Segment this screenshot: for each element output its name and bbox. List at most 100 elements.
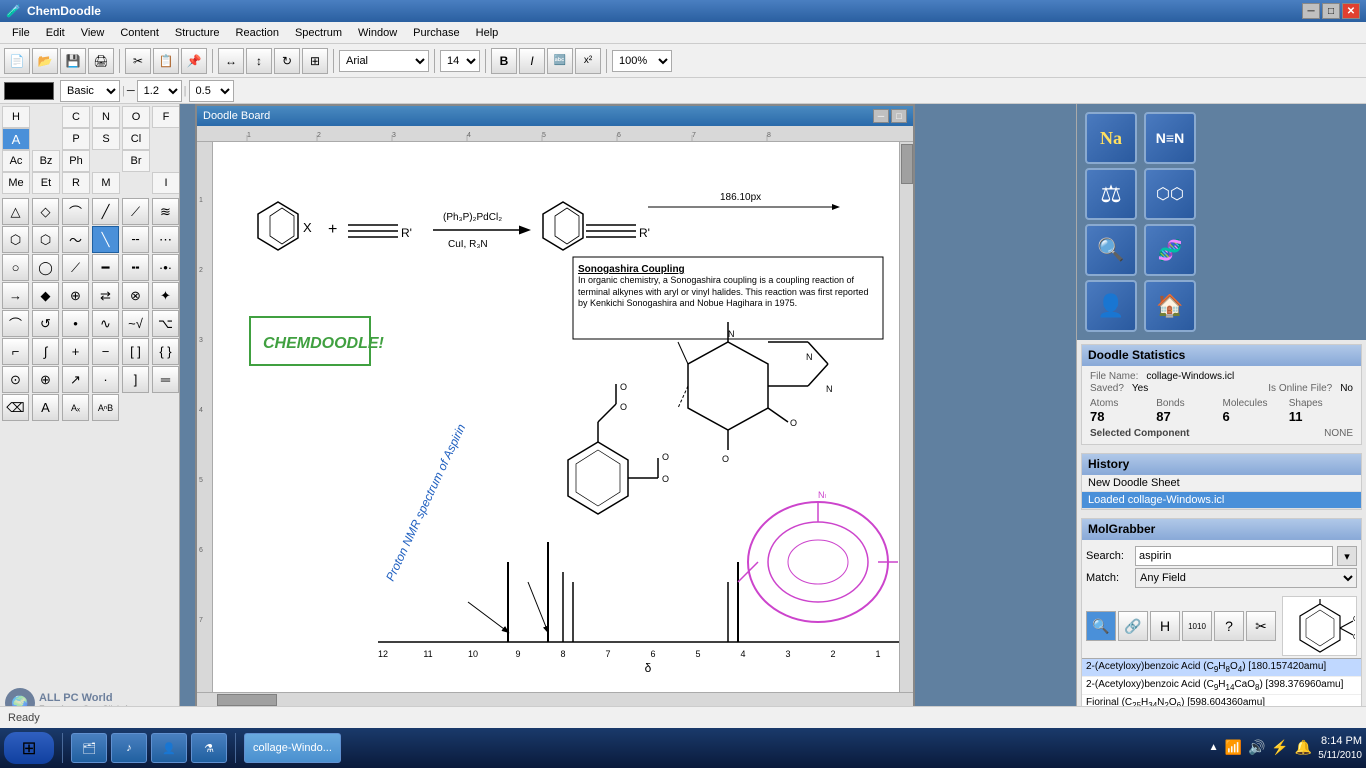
zoom-select[interactable]: 100% bbox=[612, 50, 672, 72]
mol-result-0[interactable]: 2-(Acetyloxy)benzoic Acid (C9H8O4) [180.… bbox=[1082, 659, 1361, 677]
stroke-size-select[interactable]: 1.2 bbox=[137, 80, 182, 102]
tool-line1[interactable]: ╱ bbox=[92, 198, 119, 225]
start-button[interactable]: ⊞ bbox=[4, 732, 54, 764]
tool-curve1[interactable]: ⌒ bbox=[62, 198, 89, 225]
quick-nen-icon[interactable]: N≡N bbox=[1144, 112, 1196, 164]
superscript-button[interactable]: x² bbox=[575, 48, 601, 74]
tool-dot2[interactable]: ·•· bbox=[152, 254, 179, 281]
tool-dots2[interactable]: · bbox=[92, 366, 119, 393]
menu-help[interactable]: Help bbox=[468, 22, 507, 43]
tool-curve2[interactable]: ⌒ bbox=[2, 310, 29, 337]
stroke-type-select[interactable]: Basic bbox=[60, 80, 120, 102]
tool-arrow2[interactable]: ↗ bbox=[62, 366, 89, 393]
tool-eraser[interactable]: ⌫ bbox=[2, 394, 29, 421]
taskbar-explorer[interactable]: 🗂 bbox=[71, 733, 107, 763]
tool-bracket2[interactable]: [ ] bbox=[122, 338, 149, 365]
tool-diamond[interactable]: ◇ bbox=[32, 198, 59, 225]
board-maximize[interactable]: □ bbox=[891, 109, 907, 123]
tool-text[interactable]: A bbox=[32, 394, 59, 421]
underline-button[interactable]: 🔤 bbox=[547, 48, 573, 74]
tool-hex[interactable]: ⬡ bbox=[2, 226, 29, 253]
cut-button[interactable]: ✂ bbox=[125, 48, 151, 74]
element-Br[interactable]: Br bbox=[122, 150, 150, 172]
element-Ph[interactable]: Ph bbox=[62, 150, 90, 172]
element-H[interactable]: H bbox=[2, 106, 30, 128]
tool-line3[interactable]: ≋ bbox=[152, 198, 179, 225]
drawing-canvas[interactable]: X + R' bbox=[213, 142, 913, 692]
tool-wavy[interactable]: ∿ bbox=[92, 310, 119, 337]
quick-home-icon[interactable]: 🏠 bbox=[1144, 280, 1196, 332]
tool-branch[interactable]: ⌥ bbox=[152, 310, 179, 337]
tool-ring3[interactable]: ⊙ bbox=[2, 366, 29, 393]
element-Et[interactable]: Et bbox=[32, 172, 60, 194]
quick-structure-icon[interactable]: 🧬 bbox=[1144, 224, 1196, 276]
tool-hex2[interactable]: ⬡ bbox=[32, 226, 59, 253]
menu-file[interactable]: File bbox=[4, 22, 38, 43]
print-button[interactable]: 🖨 bbox=[88, 48, 114, 74]
tool-bold-line[interactable]: ━ bbox=[92, 254, 119, 281]
tool-curve3[interactable]: ∫ bbox=[32, 338, 59, 365]
tool-wave[interactable]: 〜 bbox=[62, 226, 89, 253]
element-O[interactable]: O bbox=[122, 106, 150, 128]
tool-plus[interactable]: + bbox=[62, 338, 89, 365]
tool-dash2[interactable]: ╍ bbox=[122, 254, 149, 281]
close-button[interactable]: ✕ bbox=[1342, 3, 1360, 19]
taskbar-active-window[interactable]: collage-Windo... bbox=[244, 733, 341, 763]
tool-circle2[interactable]: ◯ bbox=[32, 254, 59, 281]
font-select[interactable]: Arial bbox=[339, 50, 429, 72]
element-Bz[interactable]: Bz bbox=[32, 150, 60, 172]
element-C[interactable]: C bbox=[62, 106, 90, 128]
search-btn[interactable]: 🔍 bbox=[1086, 611, 1116, 641]
taskbar-hide-btn[interactable]: ▲ bbox=[1209, 742, 1219, 753]
binary-btn[interactable]: 1010 bbox=[1182, 611, 1212, 641]
help-btn[interactable]: ? bbox=[1214, 611, 1244, 641]
menu-reaction[interactable]: Reaction bbox=[228, 22, 287, 43]
board-minimize[interactable]: ─ bbox=[873, 109, 889, 123]
tool-circle[interactable]: ○ bbox=[2, 254, 29, 281]
minimize-button[interactable]: ─ bbox=[1302, 3, 1320, 19]
taskbar-clock[interactable]: 8:14 PM 5/11/2010 bbox=[1318, 734, 1362, 761]
element-S[interactable]: S bbox=[92, 128, 120, 150]
tool-sqbr[interactable]: ] bbox=[122, 366, 149, 393]
save-button[interactable]: 💾 bbox=[60, 48, 86, 74]
tool-target[interactable]: ⊕ bbox=[32, 366, 59, 393]
maximize-button[interactable]: □ bbox=[1322, 3, 1340, 19]
taskbar-chemdoodle[interactable]: ⚗ bbox=[191, 733, 227, 763]
tool-dash[interactable]: ╌ bbox=[122, 226, 149, 253]
element-P[interactable]: P bbox=[62, 128, 90, 150]
history-item-1[interactable]: New Doodle Sheet bbox=[1082, 475, 1361, 492]
new-button[interactable]: 📄 bbox=[4, 48, 30, 74]
tool-ring2[interactable]: ⊗ bbox=[122, 282, 149, 309]
quick-magnify-icon[interactable]: 🔍 bbox=[1085, 224, 1137, 276]
font-size-select[interactable]: 14 bbox=[440, 50, 480, 72]
copy-button[interactable]: 📋 bbox=[153, 48, 179, 74]
tool-ring[interactable]: ⊕ bbox=[62, 282, 89, 309]
paste-button[interactable]: 📌 bbox=[181, 48, 207, 74]
scrollbar-v[interactable] bbox=[899, 142, 913, 692]
element-Me[interactable]: Me bbox=[2, 172, 30, 194]
search-input[interactable] bbox=[1135, 546, 1333, 566]
tool-squiggle[interactable]: ~√ bbox=[122, 310, 149, 337]
tool-bond[interactable]: ═ bbox=[152, 366, 179, 393]
open-button[interactable]: 📂 bbox=[32, 48, 58, 74]
element-A-selected[interactable]: A bbox=[2, 128, 30, 150]
tool-star[interactable]: ✦ bbox=[152, 282, 179, 309]
quick-chain-icon[interactable]: ⬡⬡ bbox=[1144, 168, 1196, 220]
rotate-button[interactable]: ↻ bbox=[274, 48, 300, 74]
element-N[interactable]: N bbox=[92, 106, 120, 128]
quick-person-icon[interactable]: 👤 bbox=[1085, 280, 1137, 332]
search-spinner[interactable]: ▾ bbox=[1337, 546, 1357, 566]
tool-curl[interactable]: ↺ bbox=[32, 310, 59, 337]
menu-structure[interactable]: Structure bbox=[167, 22, 228, 43]
element-F[interactable]: F bbox=[152, 106, 180, 128]
taskbar-media[interactable]: ♪ bbox=[111, 733, 147, 763]
tool-line-active[interactable]: ╲ bbox=[92, 226, 119, 253]
tool-minus[interactable]: − bbox=[92, 338, 119, 365]
scissors-btn[interactable]: ✂ bbox=[1246, 611, 1276, 641]
tool-bracket3[interactable]: { } bbox=[152, 338, 179, 365]
menu-window[interactable]: Window bbox=[350, 22, 405, 43]
menu-spectrum[interactable]: Spectrum bbox=[287, 22, 350, 43]
tool-arrow1[interactable]: → bbox=[2, 282, 29, 309]
tool-triangle[interactable]: △ bbox=[2, 198, 29, 225]
tool-dot3[interactable]: • bbox=[62, 310, 89, 337]
